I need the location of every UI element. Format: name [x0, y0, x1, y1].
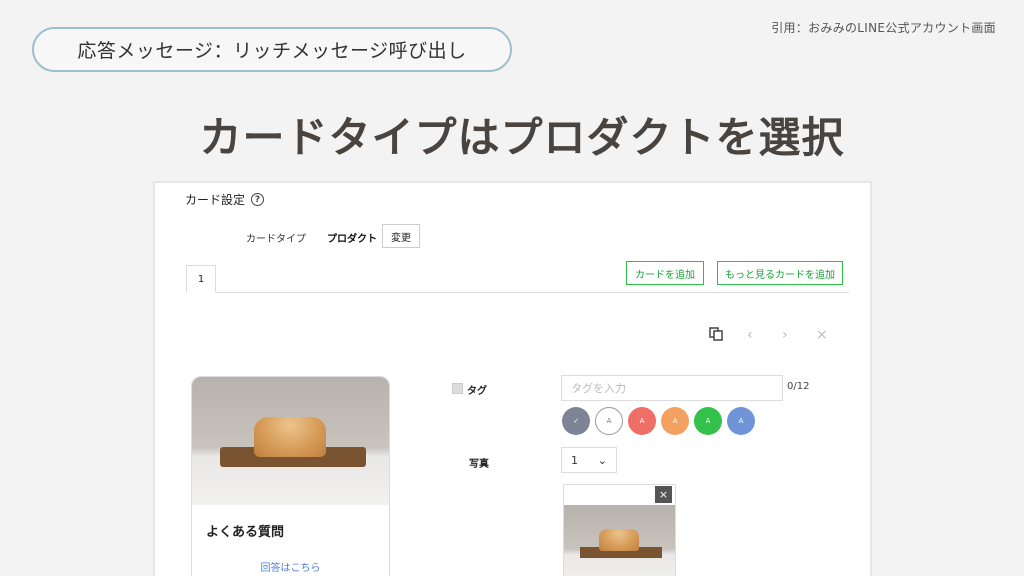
card-type-value: プロダクト [327, 234, 377, 245]
change-card-type-button[interactable]: 変更 [382, 224, 420, 248]
card-settings-panel: カード設定 ? カードタイプ プロダクト 変更 1 カードを追加 もっと見るカー… [153, 181, 872, 576]
tag-checkbox[interactable] [452, 383, 463, 394]
photo-label: 写真 [469, 459, 489, 470]
citation-text: 引用：おみみのLINE公式アカウント画面 [771, 21, 996, 35]
bread-loaf-shape [254, 417, 326, 457]
panel-title-label: カード設定 [185, 193, 246, 207]
copy-icon[interactable] [709, 327, 723, 345]
add-card-button[interactable]: カードを追加 [626, 261, 704, 285]
prev-card-icon[interactable]: ‹ [747, 327, 753, 343]
bread-photo [192, 377, 389, 505]
tag-color-green[interactable]: A [694, 407, 722, 435]
tab-divider [186, 292, 849, 293]
preview-title: よくある質問 [206, 525, 285, 540]
tag-color-red[interactable]: A [628, 407, 656, 435]
photo-count-select[interactable]: 1 ⌄ [561, 447, 617, 473]
thumbnail-image [564, 505, 675, 576]
tag-color-orange[interactable]: A [661, 407, 689, 435]
section-title-pill: 応答メッセージ：リッチメッセージ呼び出し [32, 27, 512, 72]
thumbnail-loaf-shape [599, 529, 639, 551]
tag-color-white[interactable]: A [595, 407, 623, 435]
headline: カードタイプはプロダクトを選択 [199, 113, 845, 162]
card-preview: よくある質問 回答はこちら [191, 376, 390, 576]
tag-char-count: 0/12 [787, 381, 810, 392]
delete-card-icon[interactable]: × [816, 327, 828, 343]
tag-input[interactable]: タグを入力 [561, 375, 783, 401]
chevron-down-icon: ⌄ [597, 453, 607, 467]
next-card-icon[interactable]: › [782, 327, 788, 343]
panel-title: カード設定 ? [185, 191, 265, 208]
tag-color-gray-selected[interactable]: ✓ [562, 407, 590, 435]
remove-photo-icon[interactable]: × [655, 486, 672, 503]
tab-card-1[interactable]: 1 [186, 265, 216, 293]
add-more-card-button[interactable]: もっと見るカードを追加 [717, 261, 843, 285]
tag-color-blue[interactable]: A [727, 407, 755, 435]
tag-label: タグ [467, 386, 487, 397]
photo-count-value: 1 [571, 453, 578, 467]
photo-thumbnail: × [563, 484, 676, 576]
preview-link[interactable]: 回答はこちら [192, 559, 389, 574]
card-type-label: カードタイプ [246, 234, 306, 245]
help-icon[interactable]: ? [251, 193, 265, 206]
